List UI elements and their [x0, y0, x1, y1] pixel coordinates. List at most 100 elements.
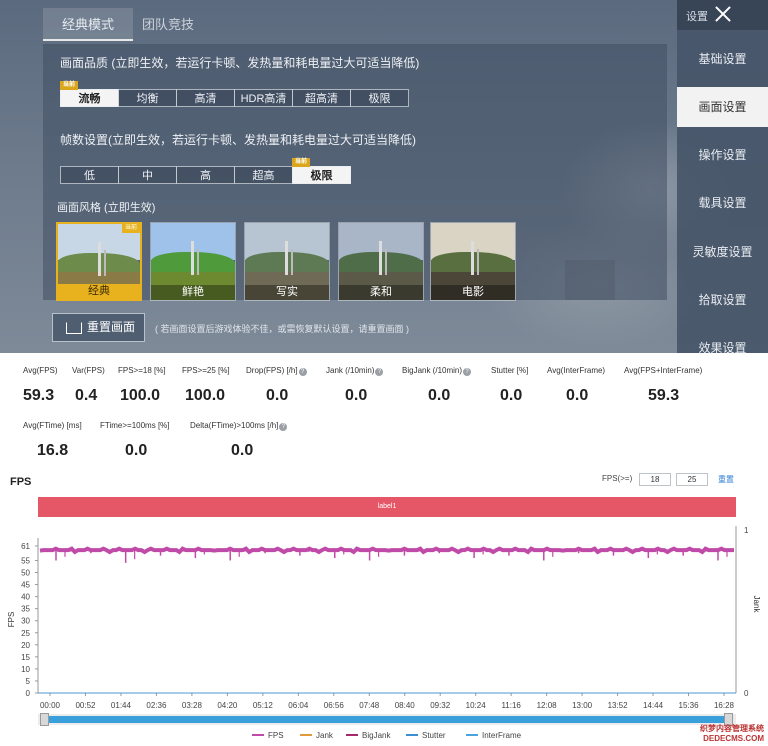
legend-swatch: [406, 734, 418, 736]
thumbnail-tower-2: [477, 249, 479, 275]
x-tick-label: 00:00: [40, 701, 61, 710]
legend-item[interactable]: Stutter: [406, 731, 446, 740]
tab-classic-mode[interactable]: 经典模式: [43, 8, 133, 41]
stat-label: Jank (/10min)?: [326, 366, 384, 376]
x-tick-label: 13:52: [608, 701, 629, 710]
legend-swatch: [346, 734, 358, 736]
current-tag: 当前: [121, 224, 140, 233]
reset-graphics-button[interactable]: 重置画面: [52, 313, 145, 342]
sidebar-item[interactable]: 基础设置: [677, 39, 768, 79]
fps-threshold-1-input[interactable]: 18: [639, 473, 671, 486]
x-tick-label: 03:28: [182, 701, 203, 710]
timeline-scroll-range[interactable]: [48, 716, 726, 723]
legend-item[interactable]: FPS: [252, 731, 284, 740]
stat-value: 59.3: [648, 387, 680, 404]
game-settings-screenshot: 经典模式 团队竞技 画面品质 (立即生效，若运行卡顿、发热量和耗电量过大可适当降…: [0, 0, 768, 353]
watermark-line-1: 织梦内容管理系统: [700, 724, 764, 733]
sidebar-item[interactable]: 灵敏度设置: [677, 232, 768, 272]
y2-axis-label: Jank: [752, 596, 761, 614]
x-tick-label: 01:44: [111, 701, 132, 710]
stat-label: FPS>=18 [%]: [118, 366, 166, 375]
help-icon[interactable]: ?: [375, 368, 384, 376]
reset-hint: ( 若画面设置后游戏体验不佳，或需恢复默认设置，请重置画面 ): [155, 324, 409, 334]
x-tick-label: 00:52: [75, 701, 96, 710]
stat-label: FTime>=100ms [%]: [100, 421, 170, 430]
quality-option[interactable]: 流畅 当前: [60, 81, 119, 107]
y-tick-label: 61: [21, 542, 30, 551]
quality-title: 画面品质 (立即生效，若运行卡顿、发热量和耗电量过大可适当降低): [60, 56, 420, 70]
style-thumbnail-label: 写实: [245, 285, 329, 300]
framerate-option[interactable]: 低: [60, 166, 119, 184]
label-bar[interactable]: label1: [38, 497, 736, 517]
y-tick-label: 35: [21, 605, 30, 614]
quality-option[interactable]: 高清: [176, 89, 235, 107]
x-tick-label: 05:12: [253, 701, 274, 710]
legend-item[interactable]: InterFrame: [466, 731, 521, 740]
scroll-handle-left[interactable]: [40, 713, 49, 726]
help-icon[interactable]: ?: [463, 368, 472, 376]
stat-label: Stutter [%]: [491, 366, 529, 375]
stat-value: 0.0: [231, 442, 254, 459]
framerate-option[interactable]: 中: [118, 166, 177, 184]
stat-label: Avg(FPS+InterFrame): [624, 366, 703, 375]
quality-option[interactable]: 极限: [350, 89, 409, 107]
style-thumbnail[interactable]: 当前 经典: [56, 222, 142, 301]
style-thumbnail[interactable]: 电影: [430, 222, 516, 301]
x-tick-label: 06:56: [324, 701, 345, 710]
framerate-selector: 低中高超高 极限 当前: [60, 158, 351, 184]
style-title: 画面风格 (立即生效): [57, 202, 156, 214]
y-tick-label: 55: [21, 556, 30, 565]
x-tick-label: 10:24: [466, 701, 487, 710]
y-tick-label: 15: [21, 653, 30, 662]
threshold-reset-link[interactable]: 重置: [718, 474, 734, 485]
style-thumbnail[interactable]: 写实: [244, 222, 330, 301]
stat-value: 100.0: [185, 387, 226, 404]
current-tag: 当前: [292, 158, 311, 167]
stat-value: 0.0: [345, 387, 368, 404]
sidebar-header: 设置: [677, 0, 768, 30]
legend-item[interactable]: BigJank: [346, 731, 390, 740]
quality-option[interactable]: 超高清: [292, 89, 351, 107]
x-tick-label: 11:16: [501, 701, 521, 710]
stat-value: 59.3: [23, 387, 55, 404]
framerate-option[interactable]: 高: [176, 166, 235, 184]
sidebar-item[interactable]: 载具设置: [677, 183, 768, 223]
stat-label: Drop(FPS) [/h]?: [246, 366, 307, 376]
style-thumbnail[interactable]: 柔和: [338, 222, 424, 301]
help-icon[interactable]: ?: [298, 368, 307, 376]
y-tick-label: 5: [26, 677, 31, 686]
y2-tick-label: 0: [744, 689, 749, 698]
close-icon[interactable]: [712, 3, 734, 25]
tab-team-deathmatch[interactable]: 团队竞技: [133, 8, 203, 41]
sidebar-item[interactable]: 画面设置: [677, 87, 768, 127]
stat-label: Delta(FTime)>100ms [/h]?: [190, 421, 288, 431]
legend-label: InterFrame: [482, 731, 522, 740]
stat-value: 0.0: [125, 442, 148, 459]
sidebar-item[interactable]: 拾取设置: [677, 280, 768, 320]
legend-swatch: [300, 734, 312, 736]
stat-value: 0.0: [266, 387, 289, 404]
stat-label: Avg(FTime) [ms]: [23, 421, 82, 430]
y-tick-label: 25: [21, 629, 30, 638]
y-tick-label: 30: [21, 617, 30, 626]
style-thumbnail[interactable]: 鲜艳: [150, 222, 236, 301]
y2-tick-label: 1: [744, 526, 749, 535]
quality-option[interactable]: HDR高清: [234, 89, 293, 107]
thumbnail-tower-2: [291, 249, 293, 275]
sidebar-item[interactable]: 效果设置: [677, 328, 768, 353]
legend-item[interactable]: Jank: [300, 731, 333, 740]
style-thumbnail-label: 电影: [431, 285, 515, 300]
sidebar-item[interactable]: 操作设置: [677, 135, 768, 175]
thumbnail-tower-2: [385, 249, 387, 275]
framerate-option[interactable]: 极限 当前: [292, 158, 351, 184]
framerate-option[interactable]: 超高: [234, 166, 293, 184]
help-icon[interactable]: ?: [279, 423, 288, 431]
stat-value: 0.0: [566, 387, 589, 404]
x-tick-label: 15:36: [679, 701, 700, 710]
legend-label: FPS: [268, 731, 284, 740]
stat-value: 0.4: [75, 387, 98, 404]
stat-label: Avg(InterFrame): [547, 366, 606, 375]
fps-threshold-2-input[interactable]: 25: [676, 473, 708, 486]
quality-option[interactable]: 均衡: [118, 89, 177, 107]
y-tick-label: 0: [26, 689, 31, 698]
